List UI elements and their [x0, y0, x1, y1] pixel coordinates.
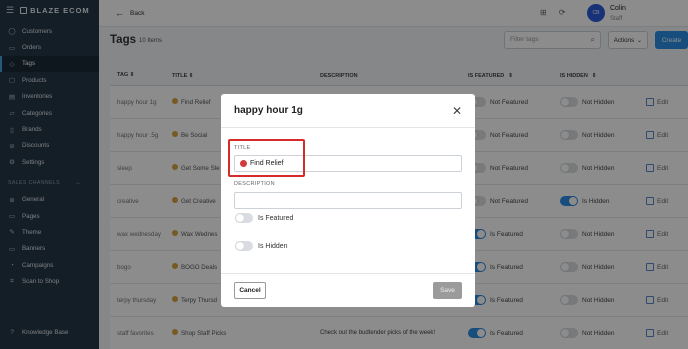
- highlight-box: [228, 139, 305, 177]
- modal-footer: Cancel Save: [221, 273, 475, 307]
- modal-header: happy hour 1g ✕: [221, 94, 475, 128]
- featured-toggle-row: Is Featured: [235, 213, 293, 223]
- cancel-button[interactable]: Cancel: [234, 282, 266, 299]
- description-field-label: DESCRIPTION: [234, 181, 275, 187]
- modal-title: happy hour 1g: [234, 105, 303, 116]
- hidden-toggle-row: Is Hidden: [235, 241, 288, 251]
- description-field[interactable]: [234, 192, 462, 209]
- edit-tag-modal: happy hour 1g ✕ TITLE Find Relief DESCRI…: [221, 94, 475, 307]
- featured-toggle[interactable]: [235, 213, 253, 223]
- hidden-toggle-label: Is Hidden: [258, 242, 288, 250]
- featured-toggle-label: Is Featured: [258, 214, 294, 222]
- save-button[interactable]: Save: [433, 282, 462, 299]
- hidden-toggle[interactable]: [235, 241, 253, 251]
- close-icon[interactable]: ✕: [452, 104, 462, 118]
